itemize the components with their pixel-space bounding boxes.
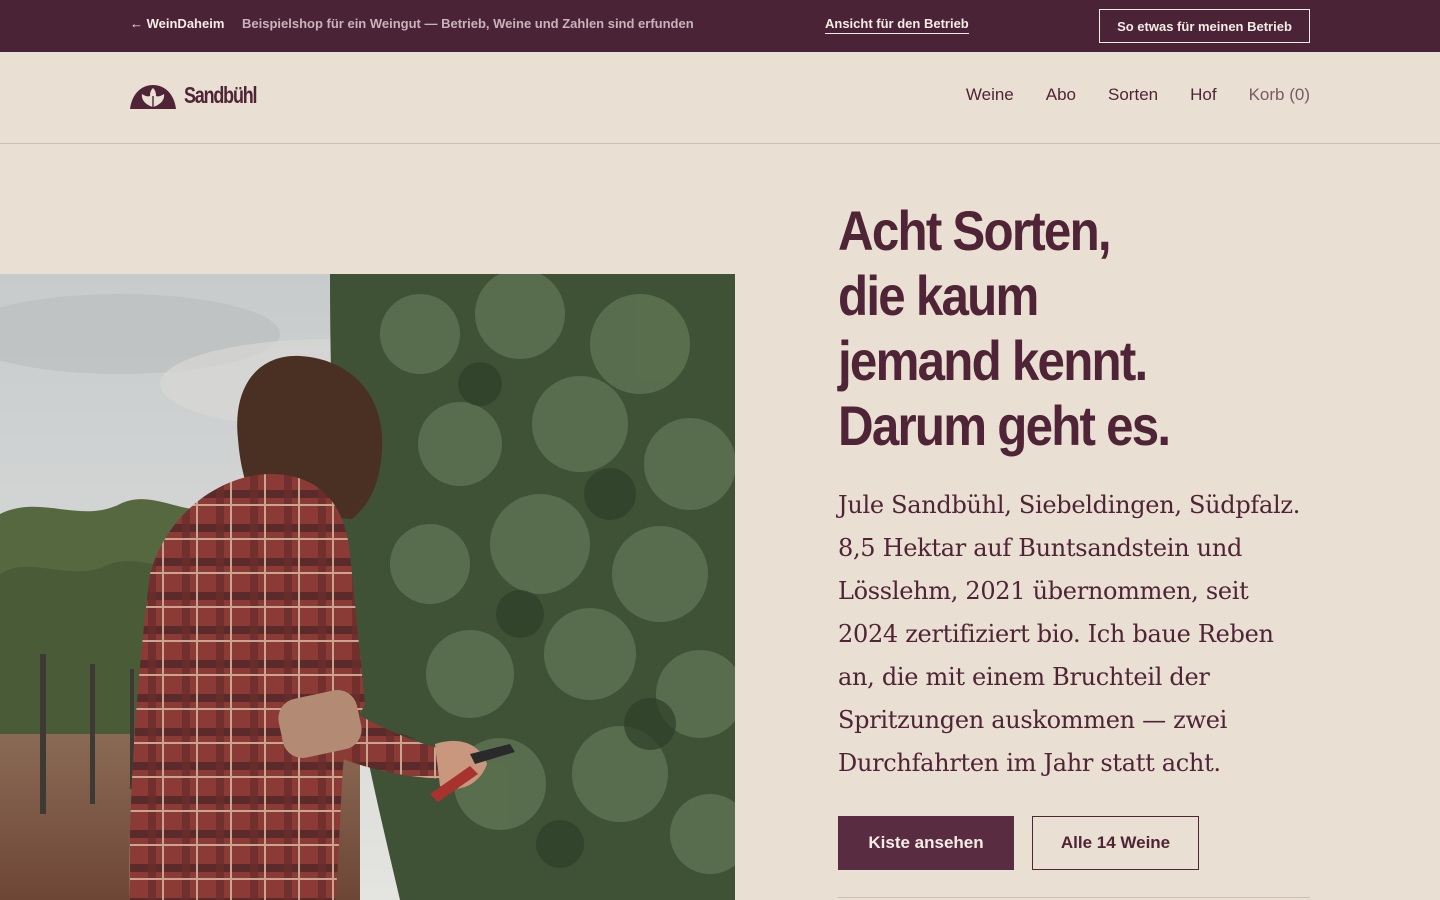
- divider: [838, 897, 1310, 898]
- headline-line: Acht Sorten,: [838, 199, 1112, 262]
- logo-wordmark: Sandbühl: [184, 82, 258, 108]
- nav-item-hof[interactable]: Hof: [1190, 85, 1216, 105]
- nav-item-abo[interactable]: Abo: [1046, 85, 1076, 105]
- headline-line: jemand kennt.: [838, 329, 1148, 392]
- headline-line: die kaum: [838, 264, 1039, 327]
- all-wines-button[interactable]: Alle 14 Weine: [1032, 816, 1199, 870]
- headline-line: Darum geht es.: [838, 394, 1171, 457]
- nav-item-cart[interactable]: Korb (0): [1249, 85, 1310, 105]
- hero-lede: Jule Sandbühl, Siebeldingen, Südpfalz. 8…: [838, 491, 1301, 777]
- hero-photo: [0, 274, 735, 900]
- main-nav: Weine Abo Sorten Hof Korb (0): [966, 85, 1310, 105]
- logo[interactable]: Sandbühl: [130, 82, 277, 109]
- view-box-button[interactable]: Kiste ansehen: [838, 816, 1014, 870]
- get-this-for-my-business-button[interactable]: So etwas für meinen Betrieb: [1099, 9, 1310, 43]
- vineyard-photo-illustration: [0, 274, 735, 900]
- nav-item-weine[interactable]: Weine: [966, 85, 1014, 105]
- hero-actions: Kiste ansehen Alle 14 Weine: [838, 816, 1199, 870]
- back-to-weindaheim-link[interactable]: ← WeinDaheim: [130, 16, 224, 31]
- demo-bar: ← WeinDaheim Beispielshop für ein Weingu…: [0, 0, 1440, 52]
- logo-leaf-icon: [130, 84, 176, 109]
- hero-text: Acht Sorten, die kaum jemand kennt. Daru…: [838, 198, 1310, 785]
- owner-view-link[interactable]: Ansicht für den Betrieb: [825, 16, 969, 34]
- demo-note: Beispielshop für ein Weingut — Betrieb, …: [242, 16, 694, 31]
- hero-headline: Acht Sorten, die kaum jemand kennt. Daru…: [838, 198, 1310, 458]
- site-header: Sandbühl Weine Abo Sorten Hof Korb (0): [0, 52, 1440, 144]
- nav-item-sorten[interactable]: Sorten: [1108, 85, 1158, 105]
